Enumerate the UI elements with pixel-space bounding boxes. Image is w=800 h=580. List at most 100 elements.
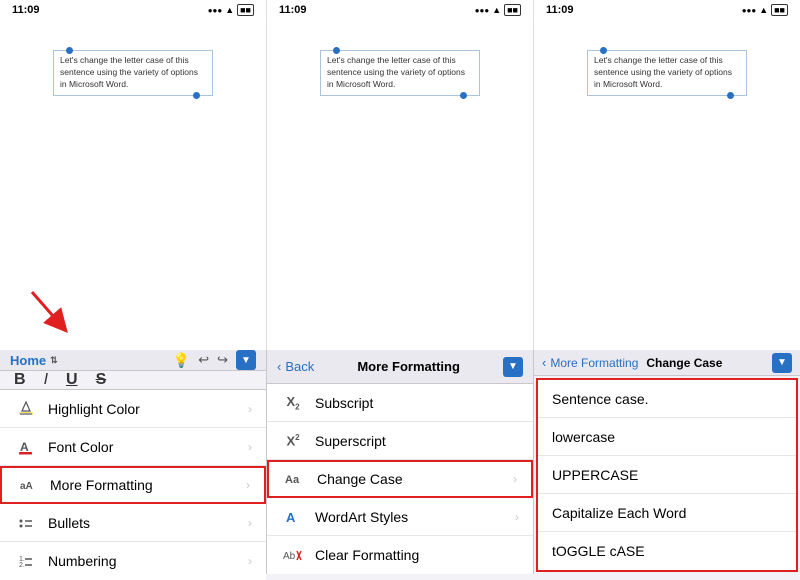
subscript-label: Subscript (315, 395, 519, 411)
doc-content-2: Let's change the letter case of this sen… (320, 50, 480, 96)
cc-dropdown-button[interactable]: ▼ (772, 353, 792, 373)
signal-icon-3: ●●● (742, 6, 757, 15)
svg-text:Aа: Aа (285, 474, 300, 486)
battery-icon-3: ■■ (771, 4, 788, 16)
change-case-label: Change Case (317, 471, 513, 487)
toggle-case-label: tOGGLE cASE (552, 543, 645, 559)
subscript-item[interactable]: X2 Subscript (267, 384, 533, 422)
subscript-icon: X2 (281, 391, 305, 415)
clear-formatting-label: Clear Formatting (315, 547, 519, 563)
lightbulb-icon[interactable]: 💡 (173, 352, 190, 369)
font-color-label: Font Color (48, 439, 248, 455)
home-sort-icon: ⇅ (50, 355, 58, 366)
mf-dropdown-button[interactable]: ▼ (503, 357, 523, 377)
doc-text-3: Let's change the letter case of this sen… (594, 55, 732, 89)
svg-text:Ab: Ab (283, 551, 296, 562)
more-formatting-icon: aA (16, 473, 40, 497)
capitalize-each-word-item[interactable]: Capitalize Each Word (538, 494, 796, 532)
superscript-icon: X2 (281, 429, 305, 453)
lowercase-item[interactable]: lowercase (538, 418, 796, 456)
arrow-indicator (22, 282, 77, 342)
numbering-item[interactable]: 1. 2. Numbering › (0, 542, 266, 580)
wordart-label: WordArt Styles (315, 509, 515, 525)
home-header: Home ⇅ 💡 ↩ ↪ ▼ (0, 350, 266, 371)
doc-content-1: Let's change the letter case of this sen… (53, 50, 213, 96)
selection-handle-top-3 (600, 47, 607, 54)
mf-dropdown-chevron-icon: ▼ (508, 361, 518, 372)
home-label: Home (10, 353, 46, 368)
clear-formatting-item[interactable]: Ab Clear Formatting (267, 536, 533, 574)
sentence-case-label: Sentence case. (552, 391, 649, 407)
home-title: Home ⇅ (10, 353, 58, 368)
wordart-item[interactable]: A WordArt Styles › (267, 498, 533, 536)
more-formatting-item[interactable]: aA More Formatting › (0, 466, 266, 504)
back-label[interactable]: Back (285, 359, 314, 374)
panel-more-formatting: ‹ Back More Formatting ▼ X2 Subscript (267, 350, 534, 574)
time-2: 11:09 (279, 4, 307, 16)
selection-handle-top-2 (333, 47, 340, 54)
panels-container: Home ⇅ 💡 ↩ ↪ ▼ B I U S (0, 350, 800, 574)
battery-icon-1: ■■ (237, 4, 254, 16)
status-bars-container: 11:09 ●●● ▲ ■■ 11:09 ●●● ▲ ■■ 11:09 ●●● … (0, 0, 800, 20)
wifi-icon-1: ▲ (225, 5, 234, 15)
highlight-color-item[interactable]: Highlight Color › (0, 390, 266, 428)
bullets-item[interactable]: Bullets › (0, 504, 266, 542)
doc-text-1: Let's change the letter case of this sen… (60, 55, 198, 89)
uppercase-label: UPPERCASE (552, 467, 638, 483)
status-icons-2: ●●● ▲ ■■ (475, 4, 521, 16)
svg-text:A: A (20, 440, 29, 454)
svg-text:aA: aA (20, 481, 33, 492)
superscript-item[interactable]: X2 Superscript (267, 422, 533, 460)
wordart-chevron: › (515, 510, 519, 524)
underline-button[interactable]: U (66, 371, 78, 389)
cc-dropdown-chevron-icon: ▼ (777, 357, 787, 368)
toggle-case-item[interactable]: tOGGLE cASE (538, 532, 796, 570)
home-menu-list: Highlight Color › A Font Color › (0, 390, 266, 580)
font-color-chevron: › (248, 440, 252, 454)
status-bar-3: 11:09 ●●● ▲ ■■ (534, 0, 800, 20)
change-case-icon: Aа (283, 467, 307, 491)
signal-icon-1: ●●● (208, 6, 223, 15)
more-formatting-menu-list: X2 Subscript X2 Superscript Aа (267, 384, 533, 574)
bold-button[interactable]: B (14, 371, 26, 389)
more-formatting-label: More Formatting (50, 477, 246, 493)
highlight-color-icon (14, 397, 38, 421)
uppercase-item[interactable]: UPPERCASE (538, 456, 796, 494)
clear-formatting-icon: Ab (281, 543, 305, 567)
redo-icon[interactable]: ↪ (217, 352, 228, 368)
change-case-header: ‹ More Formatting Change Case ▼ (534, 350, 800, 376)
lowercase-label: lowercase (552, 429, 615, 445)
panel-change-case: ‹ More Formatting Change Case ▼ Sentence… (534, 350, 800, 574)
wifi-icon-3: ▲ (759, 5, 768, 15)
numbering-chevron: › (248, 554, 252, 568)
time-1: 11:09 (12, 4, 40, 16)
format-buttons-row: B I U S (0, 371, 266, 390)
document-area: Let's change the letter case of this sen… (0, 20, 800, 370)
capitalize-each-word-label: Capitalize Each Word (552, 505, 686, 521)
more-formatting-header: ‹ Back More Formatting ▼ (267, 350, 533, 384)
svg-text:A: A (286, 510, 296, 525)
italic-button[interactable]: I (44, 371, 48, 389)
font-color-item[interactable]: A Font Color › (0, 428, 266, 466)
home-toolbar-icons: 💡 ↩ ↪ ▼ (173, 350, 256, 370)
cc-breadcrumb-link[interactable]: More Formatting (550, 356, 638, 370)
wordart-icon: A (281, 505, 305, 529)
red-arrow-icon (22, 282, 77, 337)
selection-handle-bottom-3 (727, 92, 734, 99)
dropdown-chevron-icon: ▼ (241, 355, 251, 366)
bullets-chevron: › (248, 516, 252, 530)
numbering-icon: 1. 2. (14, 549, 38, 573)
undo-icon[interactable]: ↩ (198, 352, 209, 368)
svg-text:2.: 2. (19, 562, 25, 569)
highlight-color-label: Highlight Color (48, 401, 248, 417)
highlight-color-chevron: › (248, 402, 252, 416)
selection-handle-bottom-2 (460, 92, 467, 99)
change-case-item[interactable]: Aа Change Case › (267, 460, 533, 498)
panel-home: Home ⇅ 💡 ↩ ↪ ▼ B I U S (0, 350, 267, 574)
home-dropdown-button[interactable]: ▼ (236, 350, 256, 370)
sentence-case-item[interactable]: Sentence case. (538, 380, 796, 418)
battery-icon-2: ■■ (504, 4, 521, 16)
back-button[interactable]: ‹ Back (277, 359, 314, 374)
strikethrough-button[interactable]: S (96, 371, 107, 389)
status-icons-1: ●●● ▲ ■■ (208, 4, 254, 16)
